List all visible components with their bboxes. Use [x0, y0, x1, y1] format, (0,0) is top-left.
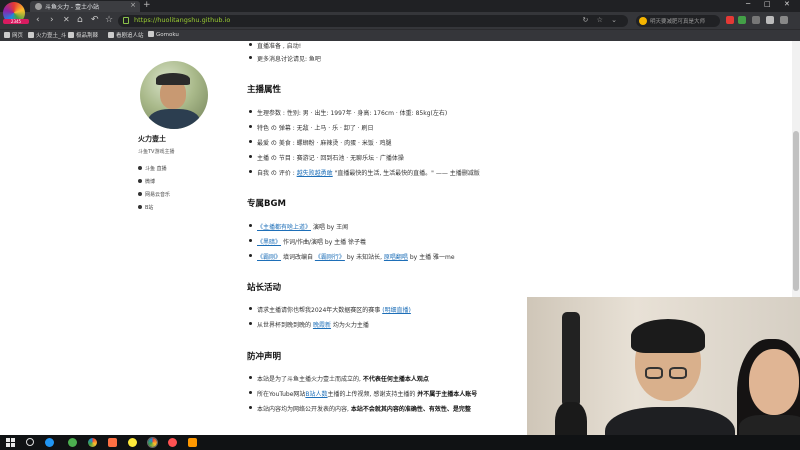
tab-favicon-icon — [35, 3, 42, 10]
bookmark-star-button[interactable]: ☆ — [105, 15, 113, 25]
webcam-overlay — [527, 297, 800, 450]
bgm-link[interactable]: 原唱翻唱 — [384, 254, 408, 261]
home-button[interactable]: ⌂ — [77, 15, 83, 25]
list-item: 更多消息讨论请见: 鱼吧 — [249, 56, 321, 63]
close-window-button[interactable]: ✕ — [784, 0, 790, 8]
search-box[interactable]: 明天要减肥可真是大师 — [636, 15, 720, 27]
url-text[interactable]: https://huolitangshu.github.io — [134, 16, 230, 24]
douyu-icon[interactable] — [168, 438, 177, 447]
list-item: 直播准备 , 启动! — [248, 43, 302, 50]
bgm-link[interactable]: 《霸刚》 — [257, 254, 281, 261]
list-item: 《黑暗》 作词/作曲/演唱 by 主播 徐子羲 — [248, 239, 367, 246]
list-item: 特色 の 弹幕 : 无敌 · 上马 · 乐 · 卸了 · 刷日 — [249, 125, 374, 132]
title-bar: 斗鱼火力 - 壹土小站 × + ─ □ ✕ — [0, 0, 800, 12]
maximize-button[interactable]: □ — [764, 0, 771, 8]
disclaimer-link[interactable]: B站人数 — [305, 391, 327, 398]
event-link[interactable]: 晚霞新 — [313, 322, 331, 329]
profile-link-music[interactable]: 网易云音乐 — [138, 191, 170, 198]
section-title-bgm: 专属BGM — [247, 199, 286, 209]
new-tab-button[interactable]: + — [143, 0, 151, 10]
undo-button[interactable]: ↶ — [91, 15, 99, 25]
toolbar: ‹ › ✕ ⌂ ↶ ☆ https://huolitangshu.github.… — [0, 12, 800, 29]
scissors-icon[interactable] — [752, 16, 760, 24]
search-placeholder[interactable]: 明天要减肥可真是大师 — [650, 17, 705, 25]
browser-taskbar-icon[interactable] — [147, 437, 158, 448]
app-icon[interactable] — [108, 438, 117, 447]
section-title-attributes: 主播属性 — [247, 85, 282, 95]
list-item: 主播 の 节目 : 赛游记 · 回到石池 · 无聊乐坛 · 广播体操 — [249, 155, 404, 162]
profile-avatar — [140, 61, 208, 129]
list-item: 最爱 の 美食 : 螺蛳粉 · 麻辣烫 · 肉蛋 · 米饭 · 鸡腿 — [249, 140, 392, 147]
search-engine-icon — [639, 17, 647, 25]
tab-close-icon[interactable]: × — [130, 1, 136, 9]
bilibili-icon — [138, 205, 142, 209]
app-icon[interactable] — [128, 438, 137, 447]
minimize-button[interactable]: ─ — [746, 0, 750, 8]
edge-icon[interactable] — [45, 438, 54, 447]
weibo-icon — [138, 179, 142, 183]
profile-name: 火力壹土 — [138, 135, 166, 143]
app-icon[interactable] — [68, 438, 77, 447]
punching-bag — [562, 312, 580, 407]
bookmark-item[interactable]: 火力壹土_斗 — [28, 31, 66, 39]
section-title-events: 站长活动 — [247, 283, 282, 293]
profile-link-weibo[interactable]: 微博 — [138, 178, 155, 185]
scroll-thumb[interactable] — [793, 131, 799, 291]
list-item: 本站内容均为网络公开发表的内容, 本站不会就其内容的准确性、有效性、是完整 — [249, 406, 471, 413]
event-link[interactable]: (明细直播) — [382, 307, 411, 314]
bookmark-item[interactable]: Gomoku — [148, 31, 179, 38]
search-icon[interactable] — [26, 438, 34, 446]
list-item: 请求主播请你也帮我2024年大数据赛区的赛事 (明细直播) — [249, 307, 411, 314]
bgm-link[interactable]: 《主播都有啥上道》 — [257, 224, 311, 231]
forward-button[interactable]: › — [50, 15, 54, 25]
list-item: 本站是为了斗鱼主播火力壹土而成立的, 不代表任何主播本人观点 — [249, 376, 429, 383]
profile-link-douyu[interactable]: 斗鱼 直播 — [138, 165, 167, 172]
browser-logo: 2345 — [3, 2, 29, 24]
location-icon — [138, 166, 142, 170]
stop-button[interactable]: ✕ — [63, 15, 70, 25]
list-item: 自我 の 评价 : 越失败越勇敢 "直播最快的生活, 生活最快的直播。" —— … — [249, 170, 480, 177]
address-bar-icons[interactable]: ↻ ☆ ⌄ — [583, 16, 620, 24]
app-icon[interactable] — [188, 438, 197, 447]
self-eval-link[interactable]: 越失败越勇敢 — [297, 170, 333, 177]
bookmark-item[interactable]: 看剧追人站 — [108, 31, 144, 39]
profile-link-bilibili[interactable]: B站 — [138, 204, 153, 211]
extension-icon[interactable] — [738, 16, 746, 24]
extension-icon[interactable] — [726, 16, 734, 24]
tab-title: 斗鱼火力 - 壹土小站 — [45, 4, 99, 11]
section-title-disclaimer: 防冲声明 — [247, 352, 282, 362]
profile-subtitle: 斗鱼TV游戏主播 — [138, 149, 175, 155]
list-item: 《主播都有啥上道》 演唱 by 王闻 — [248, 224, 349, 231]
list-item: 所在YouTube网站B站人数主播的上传视频, 感谢支持主播的 并不属于主播本人… — [248, 391, 478, 398]
windows-start-icon[interactable] — [6, 438, 15, 447]
bgm-link[interactable]: 《黑暗》 — [257, 239, 281, 246]
lock-icon — [123, 17, 129, 24]
browser-window: 斗鱼火力 - 壹土小站 × + ─ □ ✕ 2345 ‹ › ✕ ⌂ ↶ ☆ h… — [0, 0, 800, 450]
back-button[interactable]: ‹ — [36, 15, 40, 25]
address-bar[interactable]: https://huolitangshu.github.io ↻ ☆ ⌄ — [118, 15, 628, 27]
list-item: 生理参数 : 性别: 男 · 出生: 1997年 · 身高: 176cm · 体… — [248, 110, 448, 117]
bookmarks-bar: 网页 火力壹土_斗 极品荆棘 看剧追人站 Gomoku — [0, 29, 800, 41]
menu-icon[interactable] — [780, 16, 788, 24]
chrome-icon[interactable] — [88, 438, 97, 447]
bookmark-item[interactable]: 极品荆棘 — [68, 31, 98, 39]
bgm-link[interactable]: 《霸刚行》 — [315, 254, 345, 261]
list-item: 从世界杯到晚到晚的 晚霞新 均为火力主播 — [249, 322, 369, 329]
undo-icon[interactable] — [766, 16, 774, 24]
music-icon — [138, 192, 142, 196]
windows-taskbar — [0, 435, 800, 450]
list-item: 《霸刚》 填词改编自 《霸刚行》 by 未知站长, 原唱翻唱 by 主播 雅一m… — [249, 254, 455, 261]
active-tab[interactable]: 斗鱼火力 - 壹土小站 × — [30, 1, 140, 12]
bookmark-item[interactable]: 网页 — [4, 31, 23, 39]
browser-logo-text: 2345 — [3, 19, 29, 24]
